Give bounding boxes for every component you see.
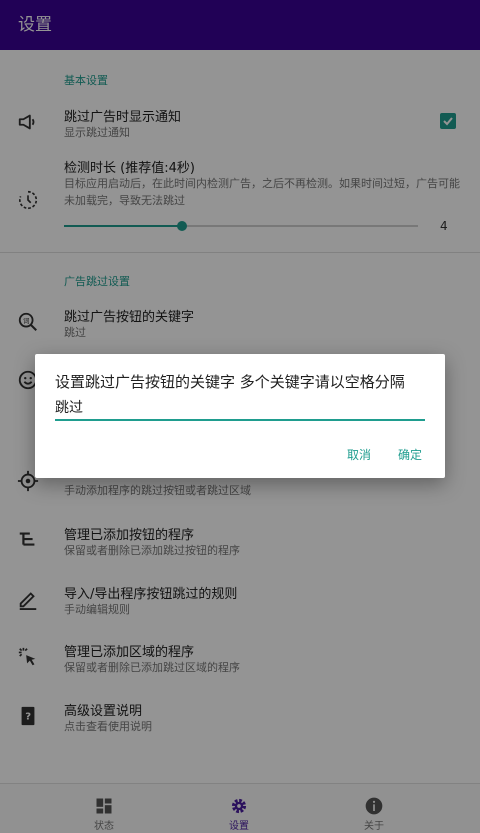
cancel-button[interactable]: 取消 bbox=[347, 446, 371, 463]
ok-button[interactable]: 确定 bbox=[398, 446, 422, 463]
keyword-input[interactable] bbox=[55, 395, 425, 421]
dialog-title: 设置跳过广告按钮的关键字 多个关键字请以空格分隔 bbox=[55, 373, 405, 391]
keyword-dialog: 设置跳过广告按钮的关键字 多个关键字请以空格分隔 取消 确定 bbox=[35, 354, 445, 478]
